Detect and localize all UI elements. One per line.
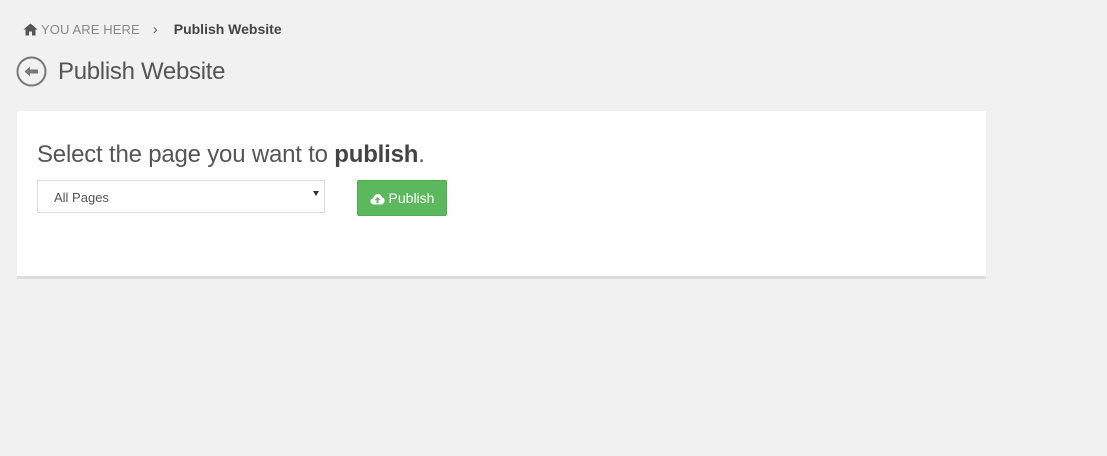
page-select-value: All Pages [54,190,109,205]
cloud-upload-icon [370,192,385,205]
breadcrumb-current: Publish Website [173,21,282,37]
page-header: Publish Website [16,55,225,88]
prompt-emphasis: publish [334,141,419,168]
caret-down-icon [313,191,319,196]
publish-website-page: YOU ARE HERE › Publish Website Publish W… [0,0,1107,456]
publish-card: Select the page you want to publish. All… [17,111,986,279]
breadcrumb-home-label: YOU ARE HERE [41,21,140,37]
publish-prompt: Select the page you want to publish. [37,141,425,169]
arrow-left-circle-icon [16,56,47,87]
home-icon [23,23,38,36]
prompt-suffix: . [418,141,425,168]
page-title: Publish Website [58,57,226,85]
publish-button-label: Publish [388,190,435,206]
breadcrumb-home-link[interactable]: YOU ARE HERE [23,22,140,37]
breadcrumb: YOU ARE HERE › Publish Website [23,19,282,39]
back-button[interactable] [16,56,47,87]
publish-button[interactable]: Publish [357,180,447,216]
prompt-text: Select the page you want to [37,141,335,168]
page-select[interactable]: All Pages [37,180,325,213]
breadcrumb-separator: › [152,20,158,38]
